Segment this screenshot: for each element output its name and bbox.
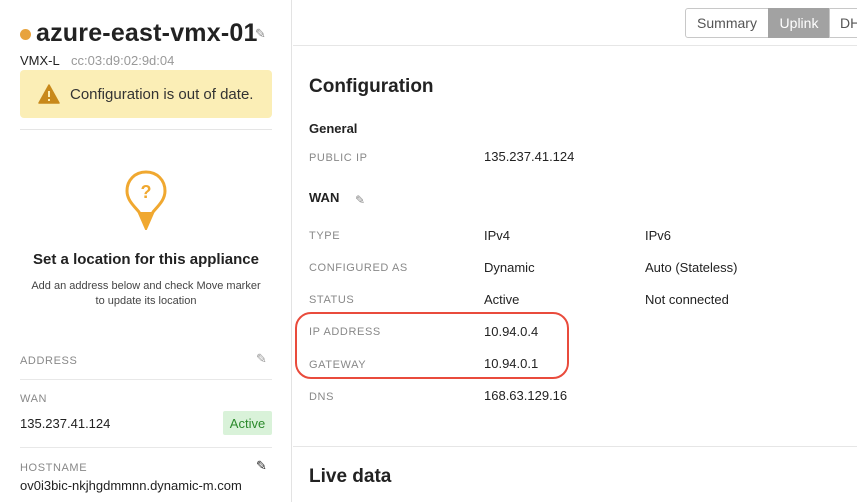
tab-dhcp[interactable]: DH bbox=[829, 8, 857, 38]
device-mac: cc:03:d9:02:9d:04 bbox=[71, 53, 175, 68]
type-ipv4: IPv4 bbox=[484, 228, 511, 243]
location-title: Set a location for this appliance bbox=[33, 251, 259, 268]
divider bbox=[20, 129, 272, 130]
wan-heading: WAN bbox=[309, 190, 340, 205]
warning-icon bbox=[38, 84, 60, 104]
wan-label: WAN bbox=[20, 393, 48, 405]
wan-ip: 135.237.41.124 bbox=[20, 416, 111, 431]
public-ip-value: 135.237.41.124 bbox=[484, 149, 575, 164]
live-data-title: Live data bbox=[309, 466, 392, 487]
map-pin-question-icon: ? bbox=[125, 170, 167, 230]
device-sidebar: azure-east-vmx-01 ✎ VMX-L cc:03:d9:02:9d… bbox=[0, 0, 292, 502]
tab-summary[interactable]: Summary bbox=[685, 8, 769, 38]
hostname-value: ov0i3bic-nkjhgdmmnn.dynamic-m.com bbox=[20, 478, 242, 493]
config-outdated-alert: Configuration is out of date. bbox=[20, 70, 272, 118]
status-dot bbox=[20, 29, 31, 40]
wan-status-badge: Active bbox=[223, 411, 272, 435]
edit-hostname-pencil-icon[interactable]: ✎ bbox=[256, 458, 267, 474]
type-ipv6: IPv6 bbox=[645, 228, 672, 243]
hostname-label: HOSTNAME bbox=[20, 462, 88, 474]
configured-as-ipv6: Auto (Stateless) bbox=[645, 260, 738, 275]
configuration-title: Configuration bbox=[309, 76, 434, 97]
divider bbox=[20, 379, 272, 380]
general-heading: General bbox=[309, 121, 358, 136]
status-ipv4: Active bbox=[484, 292, 520, 307]
tab-bar: Summary Uplink DH bbox=[293, 0, 857, 46]
device-name: azure-east-vmx-01 bbox=[36, 19, 258, 47]
edit-name-pencil-icon[interactable]: ✎ bbox=[255, 26, 266, 42]
highlight-annotation bbox=[295, 312, 569, 379]
status-ipv6: Not connected bbox=[645, 292, 729, 307]
edit-address-pencil-icon[interactable]: ✎ bbox=[256, 351, 267, 367]
alert-text: Configuration is out of date. bbox=[70, 85, 254, 103]
type-label: TYPE bbox=[309, 230, 341, 242]
dns-ipv4: 168.63.129.16 bbox=[484, 388, 568, 403]
svg-text:?: ? bbox=[141, 182, 152, 202]
configured-as-label: CONFIGURED AS bbox=[309, 262, 408, 274]
device-model: VMX-L bbox=[20, 53, 60, 68]
address-label: ADDRESS bbox=[20, 355, 78, 367]
status-label: STATUS bbox=[309, 294, 355, 306]
location-description: Add an address below and check Move mark… bbox=[31, 280, 261, 307]
main-content: Summary Uplink DH Configuration General … bbox=[293, 0, 857, 502]
tab-uplink[interactable]: Uplink bbox=[768, 8, 830, 38]
public-ip-label: PUBLIC IP bbox=[309, 152, 368, 164]
configured-as-ipv4: Dynamic bbox=[484, 260, 535, 275]
divider bbox=[20, 447, 272, 448]
edit-wan-pencil-icon[interactable]: ✎ bbox=[355, 193, 365, 207]
divider bbox=[293, 446, 857, 447]
dns-label: DNS bbox=[309, 391, 335, 403]
